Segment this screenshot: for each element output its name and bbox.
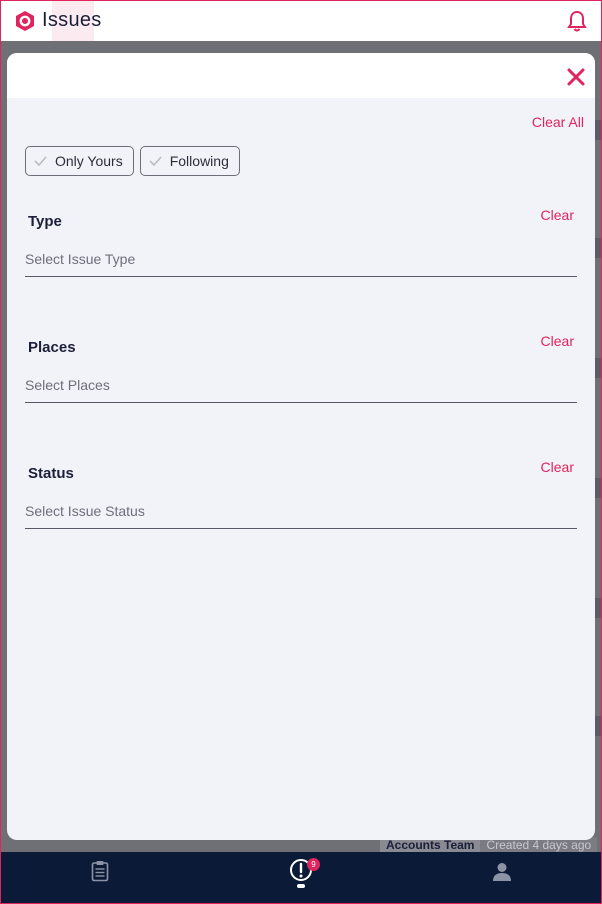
type-label: Type [28, 213, 62, 230]
issue-type-placeholder: Select Issue Type [25, 250, 136, 267]
places-clear-button[interactable]: Clear [541, 333, 574, 349]
places-label: Places [28, 339, 76, 356]
background-list-edge [595, 478, 602, 498]
chip-label: Following [169, 153, 229, 169]
nav-item-tasks[interactable] [0, 852, 201, 904]
check-icon [34, 156, 47, 166]
places-select[interactable]: Select Places [25, 367, 577, 403]
nav-item-profile[interactable] [401, 852, 602, 904]
page-title: Issues [42, 9, 102, 31]
app-logo-icon [16, 10, 34, 31]
background-list-edge [595, 598, 602, 618]
person-icon [492, 863, 511, 881]
background-list-edge [595, 238, 602, 258]
chip-label: Only Yours [55, 153, 123, 169]
background-list-edge [595, 120, 602, 140]
active-tab-indicator [297, 884, 305, 888]
type-clear-button[interactable]: Clear [541, 207, 574, 223]
nav-item-issues[interactable] [201, 852, 402, 904]
clipboard-icon [92, 861, 109, 882]
filter-sheet: Clear All Only Yours Following Type Clea… [7, 53, 595, 840]
clear-all-button[interactable]: Clear All [532, 114, 584, 130]
bell-icon[interactable] [567, 10, 587, 32]
close-icon[interactable] [566, 67, 586, 87]
issues-count-badge: 9 [307, 858, 320, 871]
places-placeholder: Select Places [25, 376, 110, 393]
top-app-bar: Issues [0, 0, 602, 41]
check-icon [149, 156, 162, 166]
bottom-nav [0, 852, 602, 904]
issue-status-placeholder: Select Issue Status [25, 502, 145, 519]
sheet-header [7, 53, 595, 98]
filter-chips: Only Yours Following [25, 146, 240, 176]
background-list-edge [595, 716, 602, 736]
status-label: Status [28, 465, 74, 482]
status-clear-button[interactable]: Clear [541, 459, 574, 475]
background-list-edge [595, 358, 602, 378]
issue-type-select[interactable]: Select Issue Type [25, 241, 577, 277]
only-yours-chip[interactable]: Only Yours [25, 146, 134, 176]
issue-status-select[interactable]: Select Issue Status [25, 493, 577, 529]
following-chip[interactable]: Following [139, 146, 240, 176]
